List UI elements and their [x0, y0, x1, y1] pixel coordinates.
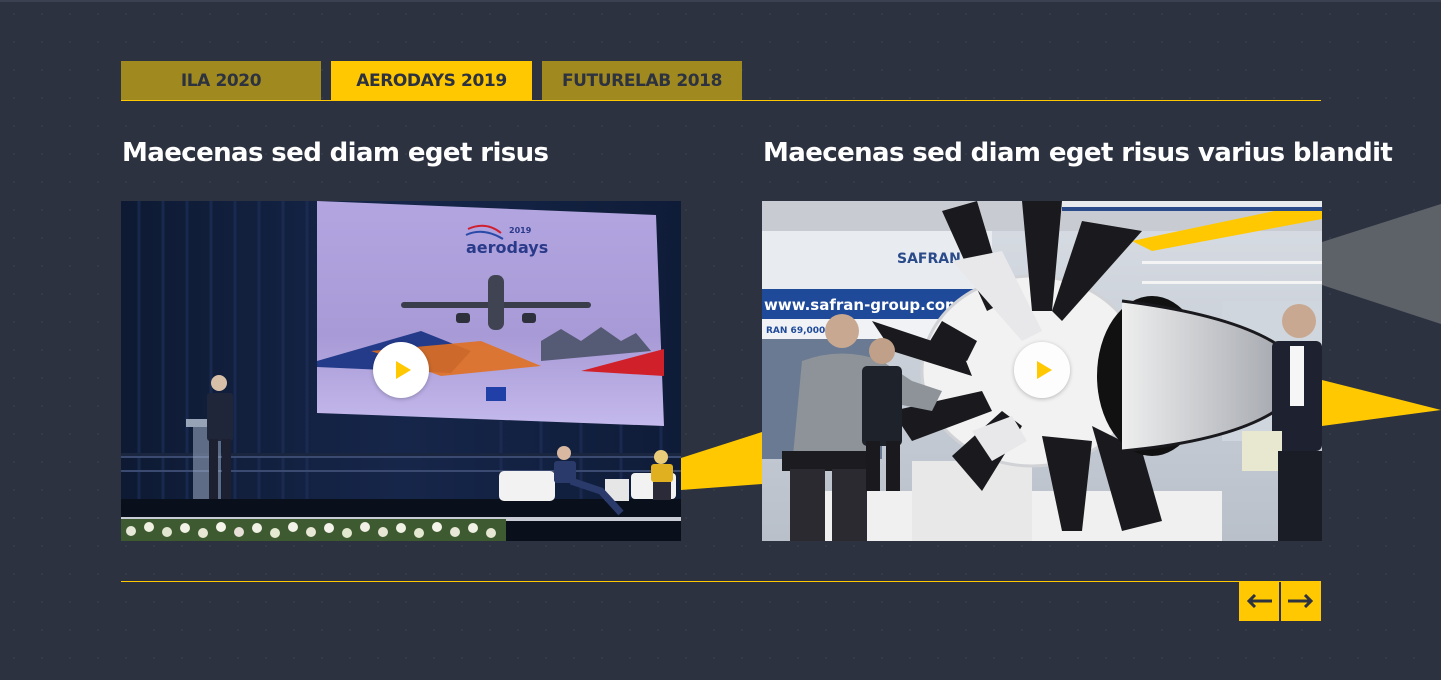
svg-text:SAFRAN: SAFRAN	[897, 251, 961, 267]
tab-aerodays-2019[interactable]: AERODAYS 2019	[331, 61, 532, 101]
play-icon	[396, 361, 411, 379]
video-thumbnail[interactable]: 2019 aerodays	[121, 201, 681, 541]
card-title: Maecenas sed diam eget risus	[122, 138, 549, 168]
carousel-divider	[121, 581, 1321, 582]
yellow-beam-shape	[681, 432, 762, 490]
yellow-beam-shape	[1322, 380, 1441, 426]
top-border	[0, 0, 1441, 2]
svg-text:www.safran-group.com: www.safran-group.com	[764, 296, 961, 314]
card-title: Maecenas sed diam eget risus varius blan…	[763, 138, 1393, 168]
grey-decorative-shape	[1322, 204, 1441, 324]
svg-text:2019: 2019	[509, 226, 532, 235]
play-icon	[1037, 361, 1052, 379]
event-tabs: ILA 2020 AERODAYS 2019 FUTURELAB 2018	[121, 61, 742, 101]
video-thumbnail[interactable]: SAFRAN www.safran-group.com RAN 69,000 E…	[762, 201, 1322, 541]
tab-futurelab-2018[interactable]: FUTURELAB 2018	[542, 61, 742, 101]
arrow-right-icon	[1288, 594, 1314, 608]
play-button[interactable]	[373, 342, 429, 398]
svg-text:aerodays: aerodays	[466, 238, 548, 257]
arrow-left-icon	[1246, 594, 1272, 608]
previous-button[interactable]	[1239, 581, 1279, 621]
play-button[interactable]	[1014, 342, 1070, 398]
tabs-underline	[121, 100, 1321, 101]
next-button[interactable]	[1281, 581, 1321, 621]
tab-ila-2020[interactable]: ILA 2020	[121, 61, 321, 101]
